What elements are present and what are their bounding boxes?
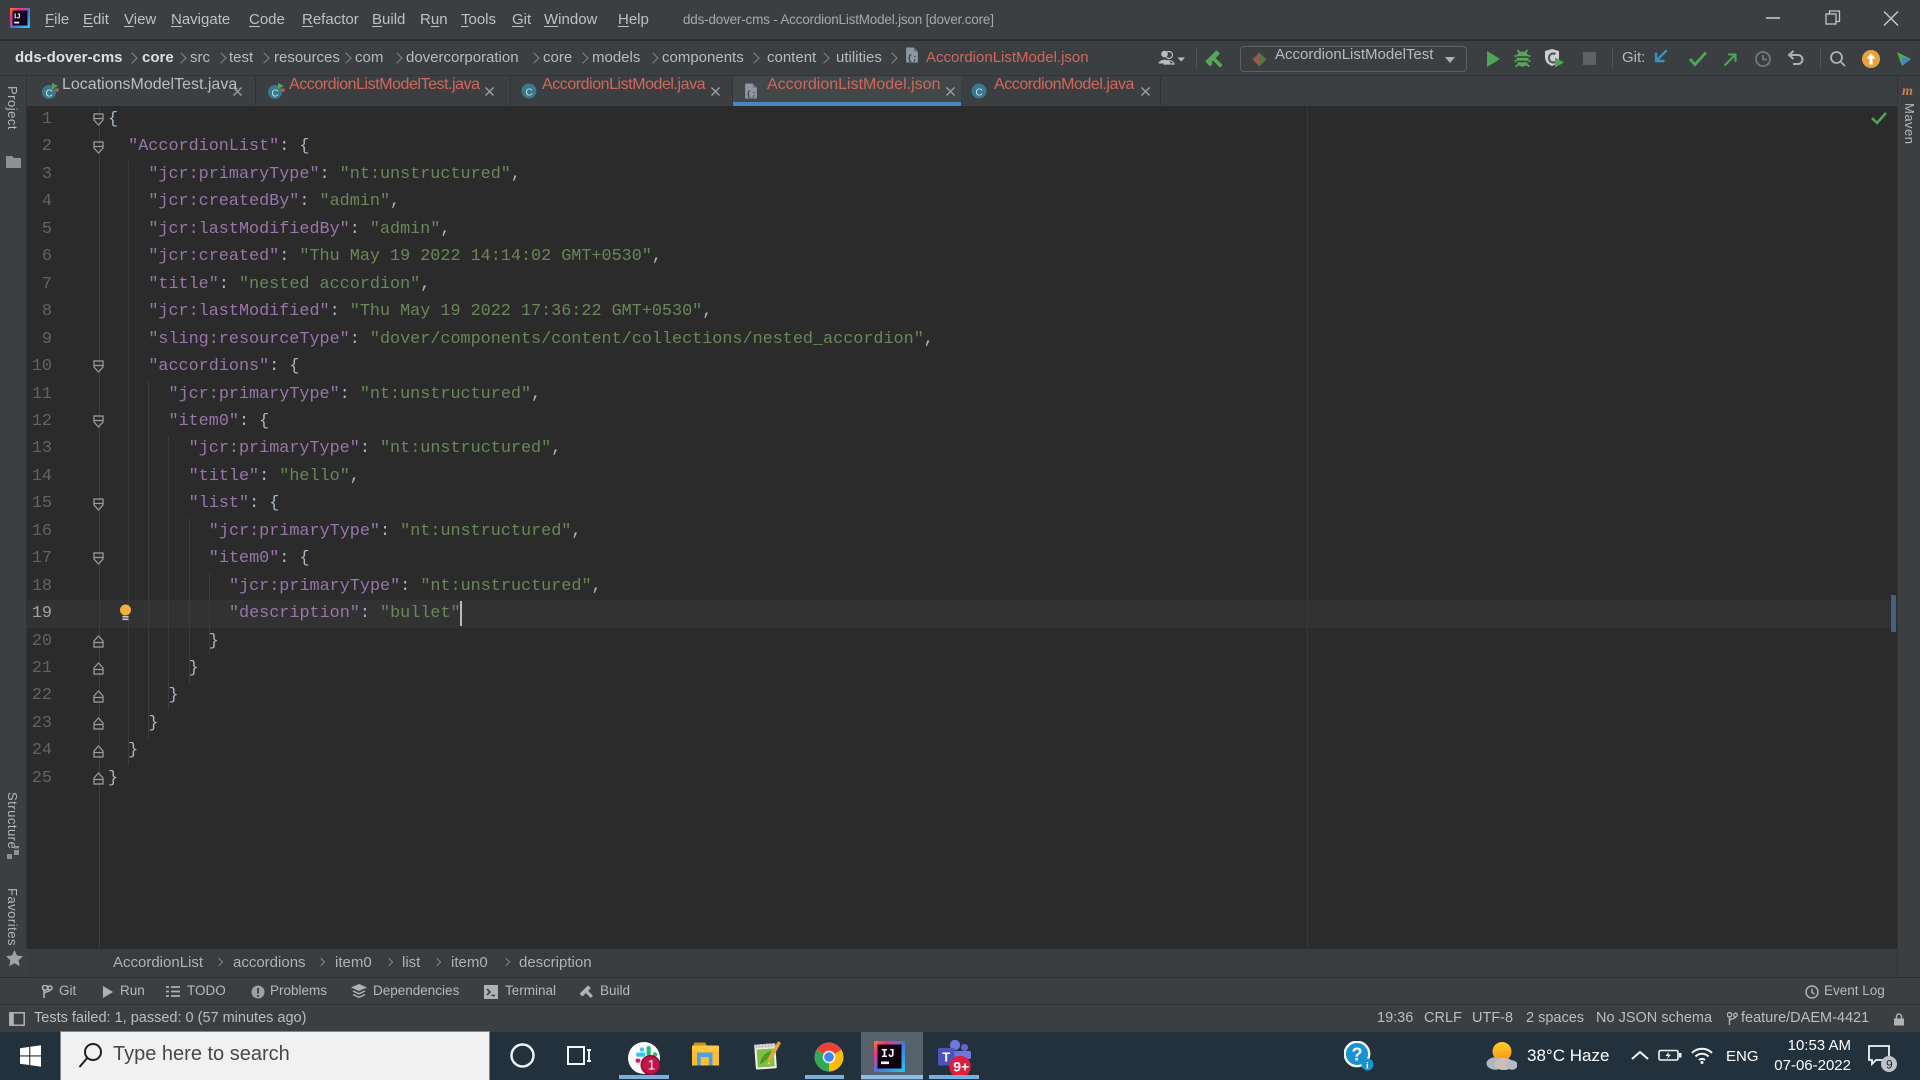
svg-text:1: 1 xyxy=(648,1058,656,1073)
svg-text:9+: 9+ xyxy=(953,1059,969,1075)
svg-text:{;}: {;} xyxy=(907,53,920,63)
svg-text:C: C xyxy=(272,89,279,100)
svg-text:IJ: IJ xyxy=(881,1048,895,1061)
svg-text:T: T xyxy=(942,1050,950,1065)
svg-text:C: C xyxy=(46,89,53,100)
svg-text:i: i xyxy=(1366,1062,1369,1072)
svg-text:C: C xyxy=(526,88,533,99)
svg-text:{;}: {;} xyxy=(746,89,759,99)
svg-text:IJ: IJ xyxy=(14,11,20,20)
svg-text:?: ? xyxy=(1352,1045,1363,1065)
svg-text:m: m xyxy=(1902,84,1913,98)
svg-text:C: C xyxy=(976,88,983,99)
svg-text:9: 9 xyxy=(1886,1058,1893,1072)
